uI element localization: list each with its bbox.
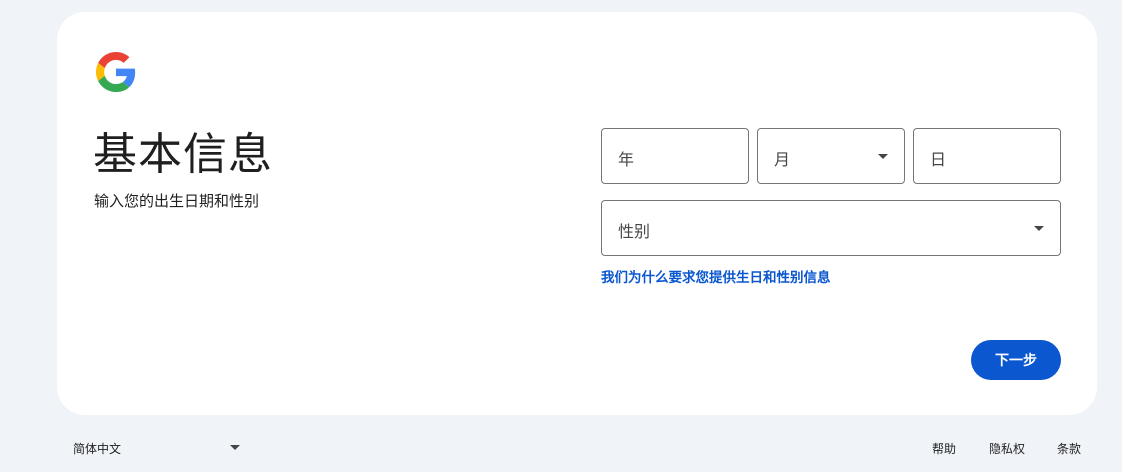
why-birthday-gender-link[interactable]: 我们为什么要求您提供生日和性别信息 — [601, 266, 831, 286]
language-select-label: 简体中文 — [73, 442, 122, 456]
signup-card: 基本信息 输入您的出生日期和性别 年 月 日 性别 我们为什么要求您提供生日和性… — [57, 12, 1097, 415]
caret-down-icon — [878, 154, 888, 159]
google-logo — [96, 52, 136, 92]
gender-dropdown-label: 性别 — [618, 222, 651, 241]
day-field[interactable]: 日 — [913, 128, 1061, 184]
page-subtitle: 输入您的出生日期和性别 — [94, 192, 260, 210]
terms-link[interactable]: 条款 — [1057, 440, 1081, 457]
gender-dropdown[interactable]: 性别 — [601, 200, 1061, 256]
footer: 简体中文 帮助 隐私权 条款 — [0, 430, 1122, 466]
day-field-label: 日 — [930, 150, 947, 169]
year-field-label: 年 — [618, 150, 635, 169]
privacy-link[interactable]: 隐私权 — [989, 440, 1025, 457]
help-link[interactable]: 帮助 — [932, 440, 956, 457]
page-title: 基本信息 — [93, 129, 273, 180]
month-dropdown-label: 月 — [774, 150, 791, 169]
month-dropdown[interactable]: 月 — [757, 128, 905, 184]
year-field[interactable]: 年 — [601, 128, 749, 184]
language-select[interactable]: 简体中文 — [62, 430, 248, 464]
caret-down-icon — [230, 445, 240, 450]
next-button[interactable]: 下一步 — [971, 340, 1061, 380]
caret-down-icon — [1034, 226, 1044, 231]
